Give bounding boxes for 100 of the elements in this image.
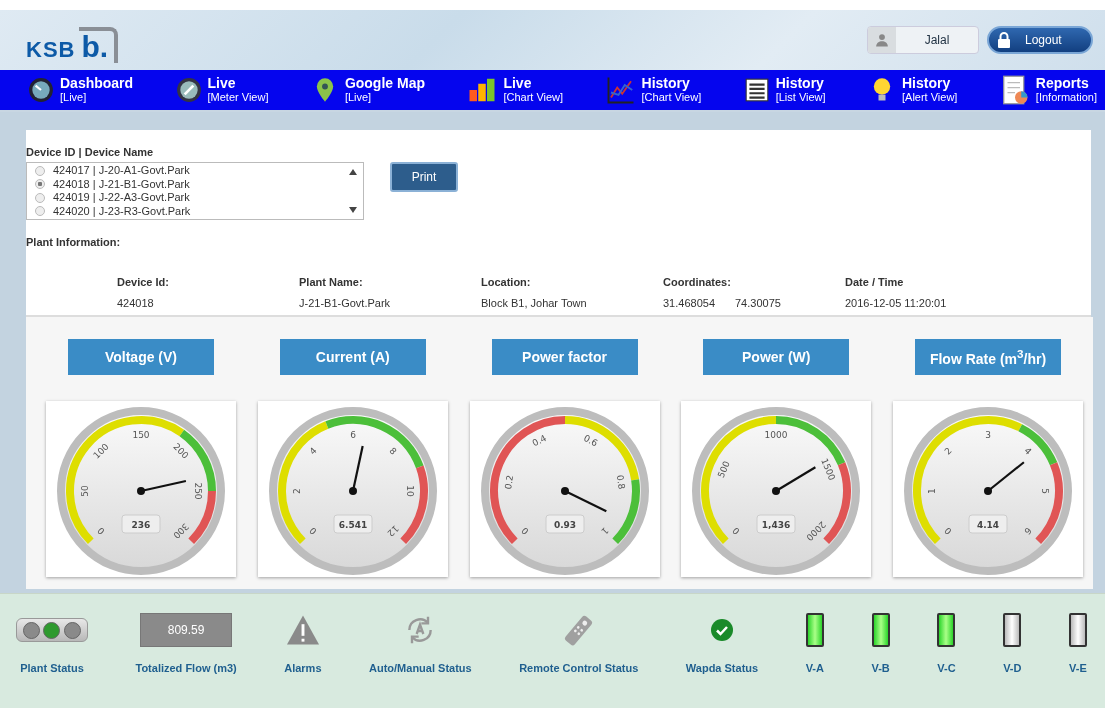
gauge-tick-label: 0.4 xyxy=(530,432,548,449)
nav-subtitle: [Chart View] xyxy=(503,90,564,104)
nav-title: History xyxy=(641,76,691,90)
gauge-tick-label: 10 xyxy=(404,485,415,497)
gauge-tick-label: 1 xyxy=(598,525,610,537)
radio-button[interactable] xyxy=(35,179,45,190)
radio-button[interactable] xyxy=(35,165,45,176)
info-value: 2016-12-05 11:20:01 xyxy=(845,297,947,309)
gauge-tick-label: 0.6 xyxy=(581,432,599,449)
gauge-tick-label: 0 xyxy=(95,525,107,537)
device-option[interactable]: 424018 | J-21-B1-Govt.Park xyxy=(35,177,363,191)
nav-link[interactable]: Google Map [Live] xyxy=(310,76,425,104)
gauge-tick-label: 150 xyxy=(132,429,150,440)
nav-title: Google Map xyxy=(344,76,425,90)
nav-title: Live xyxy=(207,76,237,90)
radio-button[interactable] xyxy=(35,206,45,217)
gauge-tick-label: 1500 xyxy=(819,456,838,482)
scroll-up-icon[interactable] xyxy=(349,169,357,175)
gauge-tick-label: 1000 xyxy=(764,429,788,440)
info-label: Device Id: xyxy=(117,276,170,288)
nav-title: History xyxy=(775,76,825,90)
info-value: Block B1, Johar Town xyxy=(481,297,587,309)
gauge-tick-label: 3 xyxy=(985,429,991,440)
status-label: V-B xyxy=(871,662,890,674)
nav-subtitle: [Alert View] xyxy=(902,91,958,104)
gauge-icon xyxy=(28,77,54,103)
gauge-value: 236 xyxy=(131,519,151,530)
gauge-value-box xyxy=(756,514,796,534)
option-text: 424018 | J-21-B1-Govt.Park xyxy=(53,177,190,191)
gauge-tick-label: 1 xyxy=(926,488,937,494)
info-label: Coordinates: xyxy=(663,276,732,288)
nav-subtitle: [Live] xyxy=(344,91,373,104)
gauge-tick-label: 4 xyxy=(307,445,319,457)
gauge-tick-label: 50 xyxy=(79,485,90,497)
logout-button[interactable]: Logout xyxy=(987,26,1093,54)
gauge-needle xyxy=(137,479,187,495)
gauge-title: Power (W) xyxy=(703,339,850,375)
gauge-tick-label: 0 xyxy=(307,525,319,537)
gauge-tick-label: 0 xyxy=(519,525,531,537)
logo-text: KSB xyxy=(26,37,76,63)
nav-link[interactable]: Dashboard [Live] xyxy=(28,76,134,104)
radio-button[interactable] xyxy=(35,192,45,203)
status-label: Alarms xyxy=(284,662,322,674)
nav-title: Live xyxy=(503,76,533,90)
nav-subtitle: [Meter View] xyxy=(207,90,269,104)
device-option[interactable]: 424019 | J-22-A3-Govt.Park xyxy=(35,191,363,205)
option-text: 424019 | J-22-A3-Govt.Park xyxy=(53,191,190,205)
gauge-value-box xyxy=(968,514,1008,534)
meter-icon xyxy=(175,77,202,103)
scroll-down-icon[interactable] xyxy=(349,207,357,213)
lock-icon xyxy=(997,32,1011,48)
gauge-value: 0.93 xyxy=(553,519,576,530)
gauge-tick-label: 0 xyxy=(942,525,954,537)
gauge-tick-label: 6 xyxy=(1022,525,1034,537)
nav-title: Dashboard xyxy=(60,76,134,90)
gauge-needle xyxy=(772,466,817,495)
info-value: 74.30075 xyxy=(735,297,781,309)
info-value: 424018 xyxy=(117,297,154,309)
nav-subtitle: [Chart View] xyxy=(641,91,702,104)
nav-link[interactable]: History [List View] xyxy=(743,76,826,104)
gauge-needle xyxy=(984,461,1025,495)
device-option[interactable]: 424020 | J-23-R3-Govt.Park xyxy=(35,204,363,218)
gauge-tick-label: 12 xyxy=(385,523,401,539)
list-icon xyxy=(743,77,770,103)
option-text: 424020 | J-23-R3-Govt.Park xyxy=(53,204,191,218)
nav-title: Reports xyxy=(1035,76,1090,90)
nav-subtitle: [Live] xyxy=(60,90,88,104)
device-option[interactable]: 424017 | J-20-A1-Govt.Park xyxy=(35,164,363,178)
status-label: Wapda Status xyxy=(685,662,759,674)
nav-link[interactable]: History [Chart View] xyxy=(605,75,702,105)
status-label: V-D xyxy=(1003,662,1022,674)
gauge-tick-label: 0 xyxy=(730,525,742,537)
nav-link[interactable]: Live [Meter View] xyxy=(175,76,269,104)
gauge-tick-label: 6 xyxy=(349,429,356,440)
gauge-tick-label: 500 xyxy=(716,459,732,480)
nav-link[interactable]: Reports [Information] xyxy=(999,75,1097,105)
print-button[interactable]: Print xyxy=(390,162,458,192)
nav-link[interactable]: Live [Chart View] xyxy=(467,75,564,105)
device-listbox[interactable]: 424017 | J-20-A1-Govt.Park 424018 | J-21-B1-Govt.Park 424019 | J-22-A3-Govt.Park 424020 | J-23-R3-Govt.Park xyxy=(26,162,364,220)
gauge-tick-label: 0.8 xyxy=(614,474,627,490)
totalized-flow-display: 809.59 xyxy=(140,613,233,647)
user-icon xyxy=(875,33,889,47)
gauge-title: Current (A) xyxy=(279,339,426,375)
gauge-tick-label: 200 xyxy=(171,441,191,461)
info-label: Plant Name: xyxy=(299,276,364,288)
gauge-tick-label: 250 xyxy=(192,482,203,500)
nav-subtitle: [List View] xyxy=(775,91,826,104)
option-text: 424017 | J-20-A1-Govt.Park xyxy=(53,164,190,178)
nav-link[interactable]: History [Alert View] xyxy=(868,76,958,104)
user-field: Jalal xyxy=(867,26,979,54)
status-label: Remote Control Status xyxy=(519,662,639,674)
gauge-value-box xyxy=(121,514,161,534)
nav-title: History xyxy=(902,76,952,90)
info-value: J-21-B1-Govt.Park xyxy=(299,297,391,309)
gauge-tick-label: 300 xyxy=(171,521,191,541)
nav-subtitle: [Information] xyxy=(1035,91,1097,104)
logo-mark: b. xyxy=(79,27,119,63)
line-chart-icon xyxy=(605,75,636,105)
gauge-title: Power factor xyxy=(491,339,638,375)
status-label: V-A xyxy=(805,662,824,674)
